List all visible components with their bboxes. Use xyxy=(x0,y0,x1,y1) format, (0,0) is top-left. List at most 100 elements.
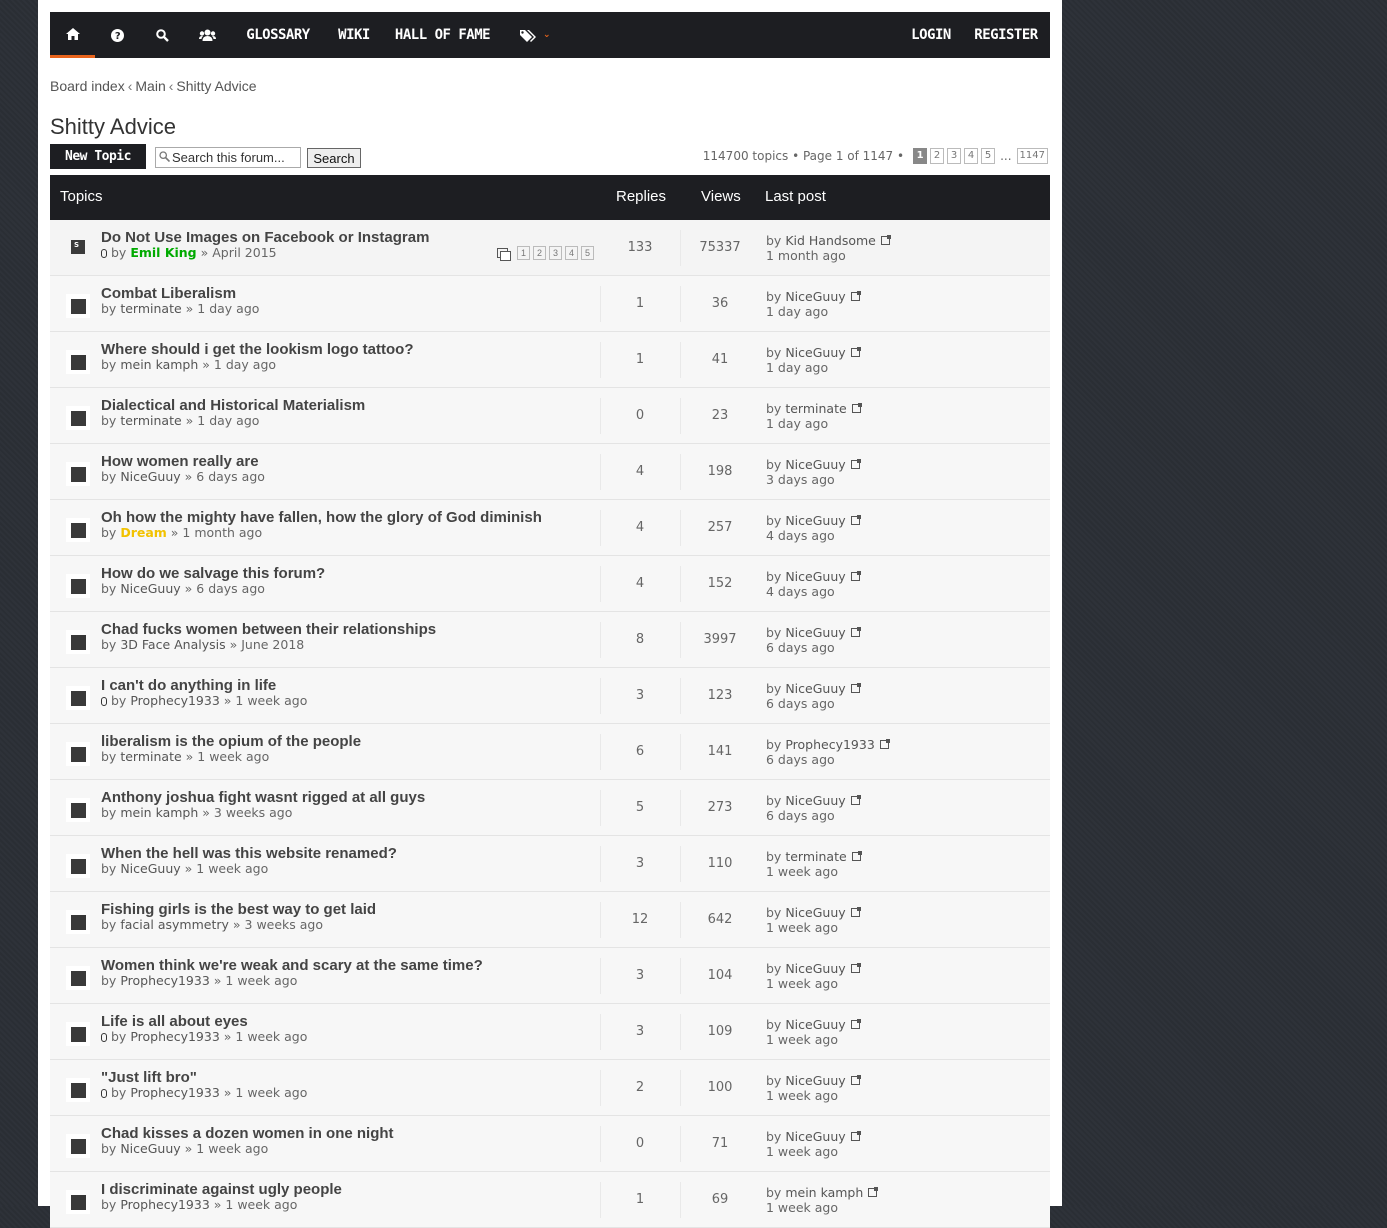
view-latest-post-icon[interactable] xyxy=(850,795,861,805)
topic-title[interactable]: "Just lift bro" xyxy=(101,1069,197,1086)
topic-page-link[interactable]: 4 xyxy=(565,246,578,260)
breadcrumb-board-index[interactable]: Board index xyxy=(50,78,125,94)
topic-title[interactable]: Anthony joshua fight wasnt rigged at all… xyxy=(101,789,425,806)
nav-register[interactable]: REGISTER xyxy=(974,12,1038,58)
last-post-author[interactable]: NiceGuuy xyxy=(785,905,845,920)
topic-author[interactable]: Prophecy1933 xyxy=(130,1029,219,1044)
view-latest-post-icon[interactable] xyxy=(850,459,861,469)
nav-home[interactable] xyxy=(50,12,95,58)
topic-title[interactable]: Where should i get the lookism logo tatt… xyxy=(101,341,414,358)
breadcrumb-current[interactable]: Shitty Advice xyxy=(176,78,256,94)
topic-page-link[interactable]: 1 xyxy=(517,246,530,260)
topic-page-link[interactable]: 5 xyxy=(581,246,594,260)
view-latest-post-icon[interactable] xyxy=(850,571,861,581)
view-latest-post-icon[interactable] xyxy=(850,627,861,637)
last-post-author[interactable]: NiceGuuy xyxy=(785,569,845,584)
topic-title[interactable]: Chad fucks women between their relations… xyxy=(101,621,436,638)
topic-title[interactable]: Life is all about eyes xyxy=(101,1013,248,1030)
topic-title[interactable]: Women think we're weak and scary at the … xyxy=(101,957,483,974)
topic-page-link[interactable]: 2 xyxy=(533,246,546,260)
page-link[interactable]: 3 xyxy=(947,148,962,164)
view-latest-post-icon[interactable] xyxy=(850,1131,861,1141)
topic-author[interactable]: terminate xyxy=(120,413,181,428)
topic-author[interactable]: mein kamph xyxy=(120,805,198,820)
topic-title[interactable]: I discriminate against ugly people xyxy=(101,1181,342,1198)
topic-title[interactable]: How do we salvage this forum? xyxy=(101,565,325,582)
view-latest-post-icon[interactable] xyxy=(850,347,861,357)
topic-title[interactable]: How women really are xyxy=(101,453,259,470)
last-post-author[interactable]: mein kamph xyxy=(785,1185,863,1200)
view-latest-post-icon[interactable] xyxy=(851,851,862,861)
page-link-current[interactable]: 1 xyxy=(913,148,928,164)
nav-help[interactable]: ? xyxy=(95,12,140,58)
topic-author[interactable]: Emil King xyxy=(130,245,196,260)
search-button[interactable]: Search xyxy=(307,148,361,168)
search-input[interactable] xyxy=(172,149,298,166)
last-post-author[interactable]: NiceGuuy xyxy=(785,681,845,696)
topic-author[interactable]: NiceGuuy xyxy=(120,469,180,484)
nav-wiki[interactable]: WIKI xyxy=(333,12,375,58)
view-latest-post-icon[interactable] xyxy=(879,739,890,749)
topic-title[interactable]: Dialectical and Historical Materialism xyxy=(101,397,365,414)
last-post-author[interactable]: terminate xyxy=(785,401,846,416)
topic-author[interactable]: mein kamph xyxy=(120,357,198,372)
page-link[interactable]: 4 xyxy=(964,148,979,164)
topic-author[interactable]: Prophecy1933 xyxy=(130,693,219,708)
topic-author[interactable]: terminate xyxy=(120,301,181,316)
last-post-author[interactable]: NiceGuuy xyxy=(785,513,845,528)
view-latest-post-icon[interactable] xyxy=(850,291,861,301)
last-post-author[interactable]: NiceGuuy xyxy=(785,625,845,640)
view-latest-post-icon[interactable] xyxy=(880,235,891,245)
last-post-author[interactable]: NiceGuuy xyxy=(785,345,845,360)
last-post-author[interactable]: Kid Handsome xyxy=(785,233,876,248)
view-latest-post-icon[interactable] xyxy=(850,907,861,917)
topic-author[interactable]: Dream xyxy=(120,525,166,540)
nav-login[interactable]: LOGIN xyxy=(906,12,956,58)
nav-tags[interactable]: ⌄ xyxy=(510,12,560,58)
view-latest-post-icon[interactable] xyxy=(850,1075,861,1085)
last-post-author[interactable]: Prophecy1933 xyxy=(785,737,874,752)
last-post-author[interactable]: terminate xyxy=(785,849,846,864)
last-post-author[interactable]: NiceGuuy xyxy=(785,961,845,976)
topic-title[interactable]: liberalism is the opium of the people xyxy=(101,733,361,750)
topic-author[interactable]: terminate xyxy=(120,749,181,764)
topic-title[interactable]: Chad kisses a dozen women in one night xyxy=(101,1125,394,1142)
last-post-author[interactable]: NiceGuuy xyxy=(785,793,845,808)
view-latest-post-icon[interactable] xyxy=(868,1187,879,1197)
nav-hall-of-fame[interactable]: HALL OF FAME xyxy=(390,12,495,58)
topic-author[interactable]: facial asymmetry xyxy=(120,917,229,932)
nav-glossary[interactable]: GLOSSARY xyxy=(238,12,318,58)
topic-title[interactable]: When the hell was this website renamed? xyxy=(101,845,397,862)
topic-title[interactable]: Do Not Use Images on Facebook or Instagr… xyxy=(101,229,429,246)
page-title[interactable]: Shitty Advice xyxy=(50,114,176,140)
view-latest-post-icon[interactable] xyxy=(850,515,861,525)
view-latest-post-icon[interactable] xyxy=(850,963,861,973)
page-link[interactable]: 2 xyxy=(930,148,945,164)
last-post-author[interactable]: NiceGuuy xyxy=(785,1073,845,1088)
breadcrumb-main[interactable]: Main xyxy=(135,78,165,94)
topic-title[interactable]: Fishing girls is the best way to get lai… xyxy=(101,901,376,918)
view-latest-post-icon[interactable] xyxy=(851,403,862,413)
new-topic-button[interactable]: New Topic xyxy=(50,144,146,169)
topic-author[interactable]: NiceGuuy xyxy=(120,861,180,876)
topic-title[interactable]: Oh how the mighty have fallen, how the g… xyxy=(101,509,542,526)
view-latest-post-icon[interactable] xyxy=(850,683,861,693)
last-post-author[interactable]: NiceGuuy xyxy=(785,457,845,472)
page-link-last[interactable]: 1147 xyxy=(1016,148,1048,164)
last-post-author[interactable]: NiceGuuy xyxy=(785,1017,845,1032)
topic-title[interactable]: Combat Liberalism xyxy=(101,285,236,302)
nav-search[interactable] xyxy=(140,12,185,58)
page-link[interactable]: 5 xyxy=(981,148,996,164)
last-post-author[interactable]: NiceGuuy xyxy=(785,289,845,304)
topic-author[interactable]: NiceGuuy xyxy=(120,581,180,596)
topic-author[interactable]: Prophecy1933 xyxy=(120,973,209,988)
topic-author[interactable]: 3D Face Analysis xyxy=(120,637,225,652)
topic-author[interactable]: Prophecy1933 xyxy=(120,1197,209,1212)
topic-author[interactable]: NiceGuuy xyxy=(120,1141,180,1156)
topic-author[interactable]: Prophecy1933 xyxy=(130,1085,219,1100)
last-post-author[interactable]: NiceGuuy xyxy=(785,1129,845,1144)
topic-title[interactable]: I can't do anything in life xyxy=(101,677,276,694)
view-latest-post-icon[interactable] xyxy=(850,1019,861,1029)
topic-page-link[interactable]: 3 xyxy=(549,246,562,260)
nav-members[interactable] xyxy=(185,12,230,58)
